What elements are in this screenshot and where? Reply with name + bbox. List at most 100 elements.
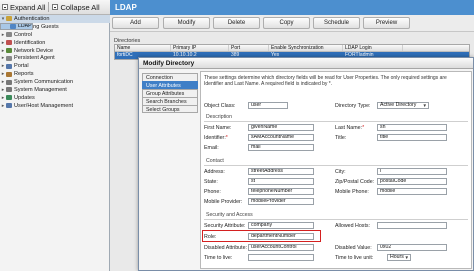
tree-item-system-communication[interactable]: ▸ System Communication xyxy=(0,78,110,86)
last-name-field[interactable]: sn xyxy=(377,124,447,131)
address-label: Address: xyxy=(204,169,225,175)
object-class-field[interactable]: user xyxy=(248,102,288,109)
tree-item-network-device[interactable]: ▸ Network Device xyxy=(0,47,110,55)
expand-toggle-icon[interactable]: ▸ xyxy=(1,103,5,109)
first-name-field[interactable]: givenName xyxy=(248,124,314,131)
expand-toggle-icon[interactable]: ▸ xyxy=(1,63,5,69)
directory-type-label: Directory Type: xyxy=(335,103,371,109)
tab-user-attributes[interactable]: User Attributes xyxy=(142,81,198,89)
security-attribute-field[interactable]: company xyxy=(248,222,314,229)
tree-item-user-host-management[interactable]: ▸ User/Host Management xyxy=(0,102,110,110)
mobile-provider-field[interactable]: mobileProvider xyxy=(248,198,314,205)
chevron-down-icon: ▼ xyxy=(404,255,409,260)
mobile-provider-label: Mobile Provider: xyxy=(204,199,243,205)
expand-toggle-icon[interactable]: ▸ xyxy=(1,95,5,101)
folder-icon xyxy=(6,63,12,69)
user-attributes-pane: These settings determine which directory… xyxy=(200,71,472,269)
column-header[interactable]: Name xyxy=(115,45,171,51)
security-attribute-label: Security Attribute: xyxy=(204,223,246,229)
email-label: Email: xyxy=(204,145,219,151)
modify-button[interactable]: Modify xyxy=(163,17,210,29)
instructions-text: These settings determine which directory… xyxy=(204,75,447,87)
expand-toggle-icon[interactable]: ▸ xyxy=(1,40,5,46)
city-label: City: xyxy=(335,169,346,175)
object-class-label: Object Class: xyxy=(204,103,236,109)
folder-icon xyxy=(6,79,12,85)
zip-field[interactable]: postalCode xyxy=(377,178,447,185)
tab-group-attributes[interactable]: Group Attributes xyxy=(142,89,198,97)
copy-button[interactable]: Copy xyxy=(263,17,310,29)
modify-directory-dialog: Modify Directory Connection User Attribut… xyxy=(138,57,474,271)
phone-field[interactable]: telephoneNumber xyxy=(248,188,314,195)
identifier-field[interactable]: sAMAccountName xyxy=(248,134,314,141)
address-field[interactable]: streetAddress xyxy=(248,168,314,175)
city-field[interactable]: l xyxy=(377,168,447,175)
folder-icon xyxy=(6,48,12,53)
expand-all-button[interactable]: Expand All xyxy=(0,1,47,14)
action-toolbar: Add Modify Delete Copy Schedule Preview xyxy=(110,15,474,32)
preview-button[interactable]: Preview xyxy=(363,17,410,29)
column-header[interactable]: Enable Synchronization xyxy=(269,45,343,51)
collapse-icon xyxy=(52,4,59,10)
expand-toggle-icon[interactable]: ▸ xyxy=(1,48,5,54)
column-header[interactable]: Primary IP xyxy=(171,45,229,51)
tab-select-groups[interactable]: Select Groups xyxy=(142,105,198,113)
tree-item-label: Authentication xyxy=(14,15,50,22)
email-field[interactable]: mail xyxy=(248,144,314,151)
disabled-attribute-field[interactable]: userAccountControl xyxy=(248,244,314,251)
title-field[interactable]: title xyxy=(377,134,447,141)
state-label: State: xyxy=(204,179,218,185)
tree-item-ldap[interactable]: LDAP xyxy=(0,22,33,30)
state-field[interactable]: st xyxy=(248,178,314,185)
tab-connection[interactable]: Connection xyxy=(142,73,198,81)
collapse-all-button[interactable]: Collapse All xyxy=(50,1,101,14)
app-window: Expand All Collapse All ▾ Authentication L… xyxy=(0,0,474,271)
time-to-live-field[interactable] xyxy=(248,254,314,261)
delete-button[interactable]: Delete xyxy=(213,17,260,29)
expand-toggle-icon[interactable]: ▸ xyxy=(1,71,5,77)
directory-type-select[interactable]: Active Directory ▼ xyxy=(377,102,429,109)
allowed-hosts-field[interactable] xyxy=(377,222,447,229)
mobile-phone-field[interactable]: mobile xyxy=(377,188,447,195)
tree-item-updates[interactable]: ▸ Updates xyxy=(0,94,110,102)
add-button[interactable]: Add xyxy=(112,17,159,29)
dialog-tabs: Connection User Attributes Group Attribute… xyxy=(142,73,198,113)
expand-toggle-icon[interactable]: ▾ xyxy=(1,16,5,22)
expand-icon xyxy=(2,4,8,10)
tree-item-identification[interactable]: ▸ Identification xyxy=(0,39,110,47)
chevron-down-icon: ▼ xyxy=(422,103,427,108)
tree-item-system-management[interactable]: ▸ System Management xyxy=(0,86,110,94)
tree-item-portal[interactable]: ▸ Portal xyxy=(0,62,110,70)
tree-toolbar: Expand All Collapse All xyxy=(0,0,110,15)
time-to-live-unit-select[interactable]: Hours ▼ xyxy=(387,254,411,261)
folder-icon xyxy=(6,71,12,77)
disabled-value-label: Disabled Value: xyxy=(335,245,372,251)
last-name-label: Last Name:* xyxy=(335,125,365,131)
folder-icon xyxy=(6,16,12,22)
tree-item-label: System Communication xyxy=(14,79,74,86)
folder-icon xyxy=(6,95,12,101)
description-section-title: Description xyxy=(206,114,232,120)
expand-toggle-icon[interactable]: ▸ xyxy=(1,32,5,38)
toolbar-divider xyxy=(48,2,50,12)
tree-item-control[interactable]: ▸ Control xyxy=(0,31,110,39)
tree-item-label: Control xyxy=(14,31,33,38)
disabled-value-field[interactable]: 0x02 xyxy=(377,244,447,251)
section-divider xyxy=(204,165,468,166)
expand-toggle-icon[interactable]: ▸ xyxy=(1,79,5,85)
allowed-hosts-label: Allowed Hosts: xyxy=(335,223,371,229)
tree-item-label: Persistent Agent xyxy=(14,55,55,62)
tree-item-reports[interactable]: ▸ Reports xyxy=(0,70,110,78)
schedule-button[interactable]: Schedule xyxy=(313,17,360,29)
tree-item-persistent-agent[interactable]: ▸ Persistent Agent xyxy=(0,54,110,62)
expand-toggle-icon[interactable]: ▸ xyxy=(1,87,5,93)
tree-item-label: Portal xyxy=(14,63,29,70)
tree-item-authentication[interactable]: ▾ Authentication xyxy=(0,15,110,23)
security-section-title: Security and Access xyxy=(206,212,253,218)
tree-item-label: Identification xyxy=(14,39,46,46)
expand-toggle-icon[interactable]: ▸ xyxy=(1,55,5,61)
column-header[interactable]: LDAP Login xyxy=(343,45,403,51)
folder-icon xyxy=(6,32,12,38)
column-header[interactable]: Port xyxy=(229,45,269,51)
tab-search-branches[interactable]: Search Branches xyxy=(142,97,198,105)
